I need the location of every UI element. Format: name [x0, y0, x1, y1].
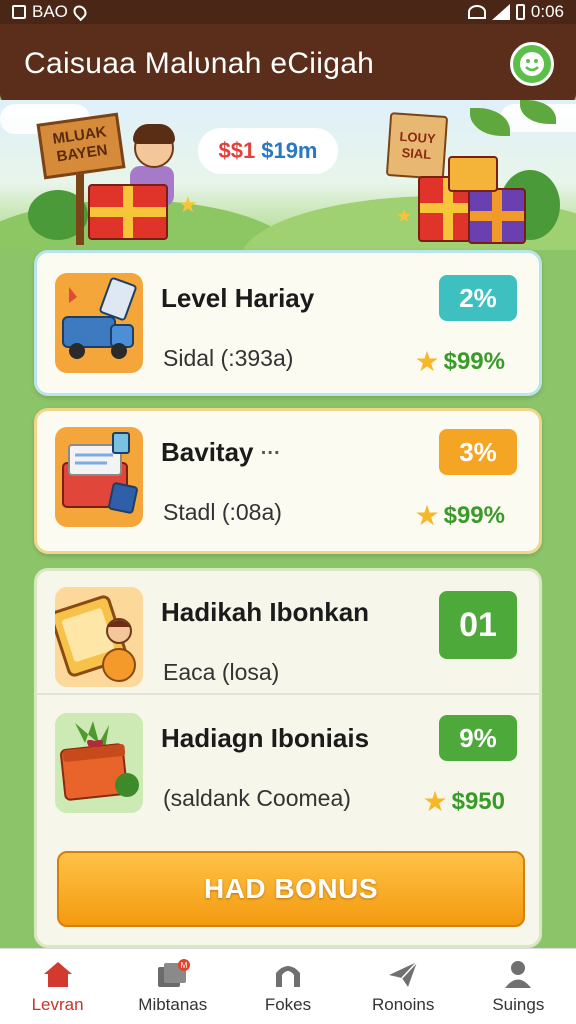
reward-amount: ★ $99% [415, 499, 506, 532]
bonus-button[interactable]: HAD BONUS [57, 851, 525, 927]
nav-label: Fokes [264, 994, 312, 1014]
bubble-price-1: $$1 [218, 138, 256, 163]
signpost: MLUAK BAYEN [36, 112, 126, 180]
shopping-bag: LOUY SIAL [385, 112, 449, 180]
bubble-price-2: $19m [261, 138, 318, 163]
nav-label: Mibtanas [138, 994, 208, 1014]
status-left-text: BAO [32, 2, 68, 21]
arch-icon [275, 965, 300, 987]
list-item[interactable]: Bavitay ··· Stadl (:08a) 3% ★ $99% [37, 421, 539, 541]
status-left: BAO [12, 2, 90, 22]
percent-badge: 9% [439, 715, 517, 761]
card-title: Level Hariay [161, 283, 315, 313]
reward-amount: ★ $99% [415, 345, 506, 378]
person-icon [505, 960, 532, 988]
status-bar: BAO 0:06 [0, 0, 576, 24]
status-right: 0:06 [467, 2, 564, 22]
signpost-pole [76, 170, 84, 245]
scratch-card-icon [55, 595, 136, 682]
list-item[interactable]: Hadiagn Iboniais (saldank Coomea) 9% ★ $… [37, 707, 539, 827]
nav-item-fokes[interactable]: Fokes [233, 959, 343, 1015]
percent-badge: 3% [439, 429, 517, 475]
package-icon [62, 432, 138, 514]
list-item[interactable]: Level Hariay Sidal (:393a) 2% ★ $99% [37, 267, 539, 387]
gift-thumbnail [55, 713, 143, 813]
card-subtitle: (saldank Coomea) [163, 785, 351, 811]
location-icon [70, 2, 90, 22]
notification-icon [12, 5, 26, 19]
wifi-icon [467, 5, 486, 19]
nav-label: Levran [31, 994, 84, 1014]
kid-hair [133, 124, 175, 144]
gift-box [448, 156, 498, 192]
truck-thumbnail [55, 273, 143, 373]
gift-box [88, 184, 168, 240]
card-title: Bavitay ··· [161, 437, 281, 468]
cards-icon: M [157, 958, 190, 987]
star-icon: ★ [178, 192, 198, 217]
app-bar: Caisuaa Malυnah eCiigah [0, 24, 576, 104]
page-title: Caisuaa Malυnah eCiigah [24, 47, 375, 80]
status-time: 0:06 [530, 2, 564, 21]
card-subtitle: Sidal (:393a) [163, 345, 294, 371]
avatar[interactable] [510, 42, 554, 86]
box-thumbnail [55, 427, 143, 527]
nav-label: Suings [492, 994, 545, 1014]
card-title-text: Bavitay [161, 437, 254, 467]
card-subtitle: Eaca (losa) [163, 659, 280, 685]
reward-card-bavitay[interactable]: Bavitay ··· Stadl (:08a) 3% ★ $99% [34, 408, 542, 554]
card-title: Hadiagn Iboniais [161, 723, 370, 753]
star-coin-icon: ★ [414, 346, 440, 377]
nav-item-levran[interactable]: Levran [3, 959, 113, 1015]
nav-item-suings[interactable]: Suings [463, 959, 573, 1015]
scratch-card-thumbnail [55, 587, 143, 687]
bottom-nav: Levran M Mibtanas Fokes Ronoins Suings [0, 948, 576, 1024]
star-coin-icon: ★ [422, 786, 448, 817]
reward-amount: ★ $950 [423, 785, 506, 818]
divider [37, 693, 539, 695]
card-title-dots: ··· [260, 442, 281, 465]
reward-value: $950 [451, 787, 505, 815]
reward-card-level[interactable]: Level Hariay Sidal (:393a) 2% ★ $99% [34, 250, 542, 396]
list-item[interactable]: Hadikah Ibonkan Eaca (losa) 01 [37, 581, 539, 701]
reward-value: $99% [443, 501, 505, 529]
battery-icon [515, 4, 525, 20]
truck-icon [62, 277, 137, 359]
gift-plant-icon [60, 721, 139, 801]
gift-box [468, 188, 526, 244]
promo-banner: MLUAK BAYEN ★ ★ $$1 $19m LOUY SIAL [0, 100, 576, 250]
signal-icon [491, 4, 510, 20]
star-icon: ★ [396, 206, 413, 226]
nav-item-ronoins[interactable]: Ronoins [348, 959, 458, 1015]
card-subtitle: Stadl (:08a) [163, 499, 282, 525]
card-title: Hadikah Ibonkan [161, 597, 370, 627]
count-badge: 01 [439, 591, 517, 659]
nav-label: Ronoins [371, 994, 435, 1014]
send-icon [389, 960, 418, 987]
nav-item-mibtanas[interactable]: M Mibtanas [118, 958, 228, 1015]
bonus-card: Hadikah Ibonkan Eaca (losa) 01 Hadiagn I… [34, 568, 542, 948]
star-coin-icon: ★ [414, 500, 440, 531]
nav-badge: M [180, 961, 187, 970]
percent-badge: 2% [439, 275, 517, 321]
price-bubble: $$1 $19m [198, 128, 338, 174]
reward-value: $99% [443, 347, 505, 375]
smiley-icon [520, 52, 544, 76]
home-icon [43, 961, 72, 987]
